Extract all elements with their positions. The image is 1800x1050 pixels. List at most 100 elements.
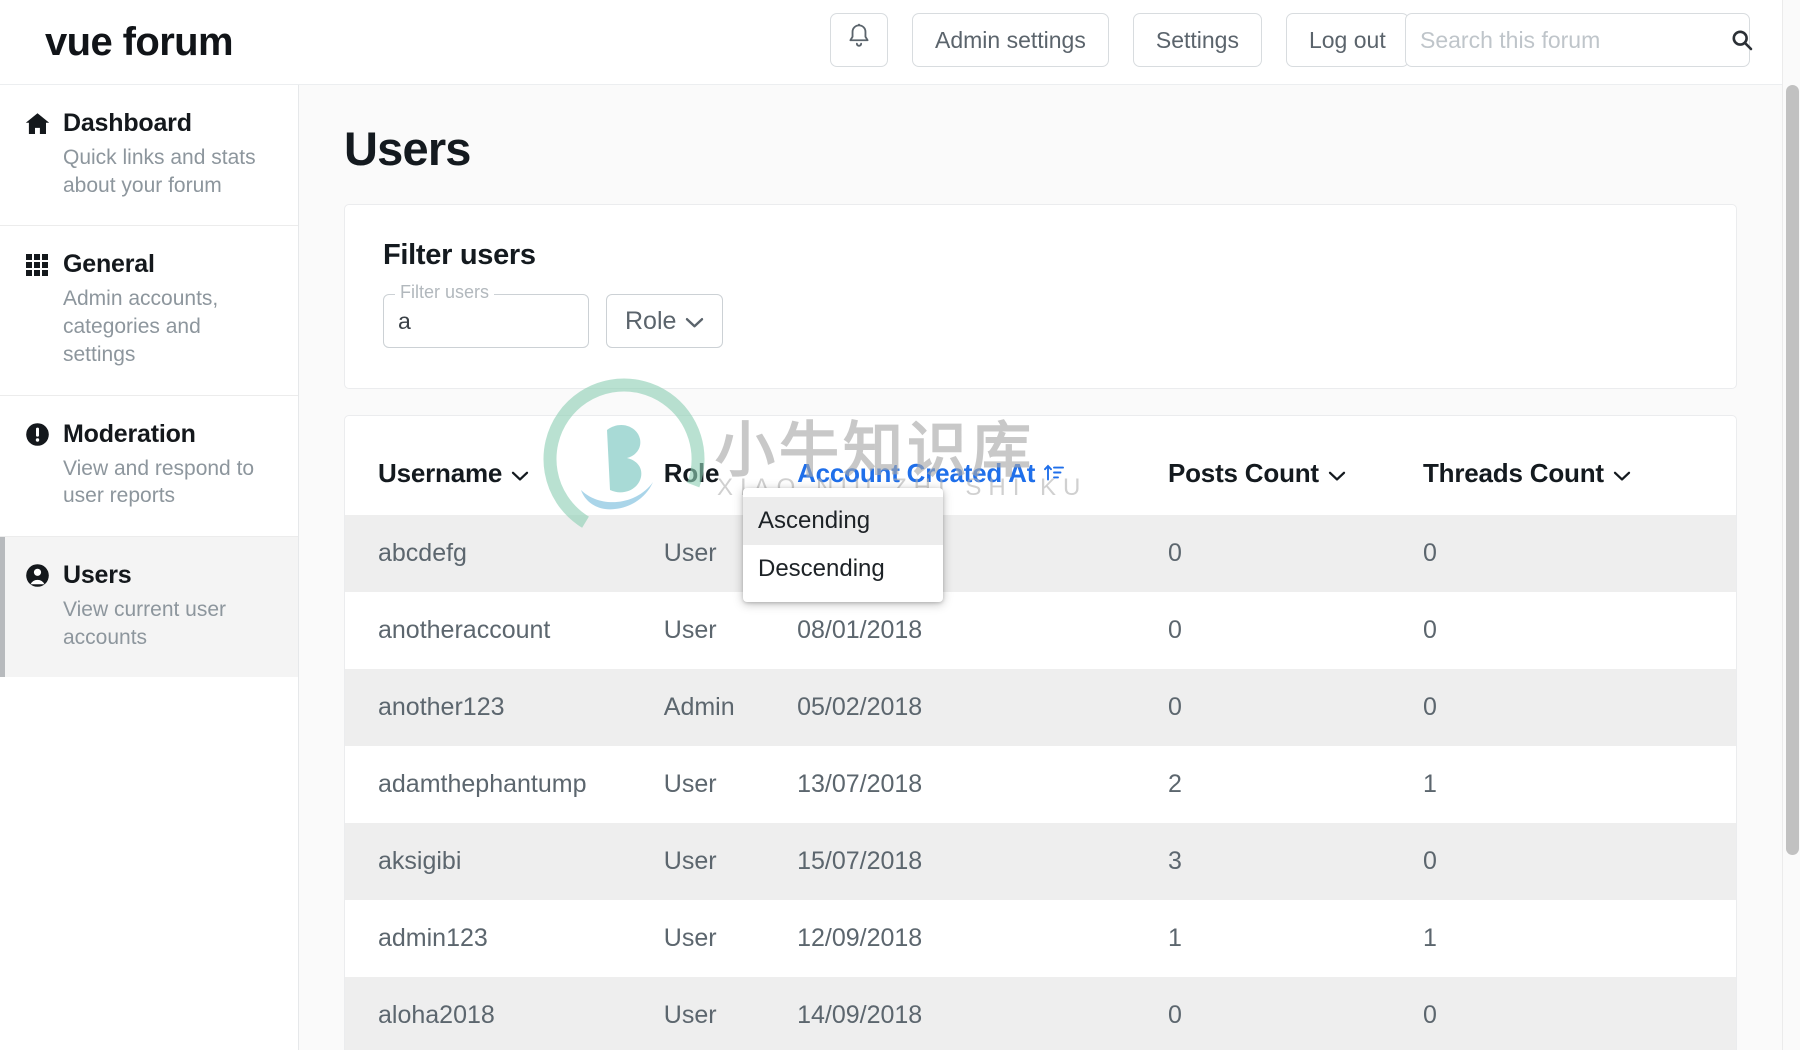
table-row[interactable]: aksigibi User 15/07/2018 3 0	[345, 823, 1736, 900]
users-table-body: abcdefg User 08/01/2018 0 0 anotheraccou…	[345, 515, 1736, 1050]
search-input[interactable]	[1406, 26, 1730, 54]
site-logo[interactable]: vue forum	[45, 20, 234, 65]
cell-role: User	[663, 746, 798, 823]
cell-created: 15/07/2018	[797, 823, 1168, 900]
cell-username: adamthephantump	[345, 746, 664, 823]
exclamation-icon	[24, 421, 50, 447]
column-header-posts-count-label: Posts Count	[1167, 458, 1319, 488]
column-header-username-label: Username	[378, 458, 503, 488]
cell-posts: 0	[1167, 669, 1423, 746]
cell-created: 13/07/2018	[797, 746, 1168, 823]
cell-posts: 0	[1167, 592, 1423, 669]
cell-posts: 3	[1167, 823, 1423, 900]
sort-direction-menu: Ascending Descending	[743, 488, 943, 602]
column-header-posts-count[interactable]: Posts Count	[1168, 416, 1423, 515]
main-content: Users Filter users Filter users Role	[299, 85, 1782, 1050]
sidebar-item-users-desc: View current user accounts	[63, 598, 227, 649]
sidebar-item-general-label: General	[63, 250, 155, 279]
sidebar-item-general[interactable]: General Admin accounts, categories and s…	[0, 226, 298, 396]
sidebar-item-general-head: General	[24, 250, 276, 279]
filter-users-card: Filter users Filter users Role	[344, 204, 1737, 389]
grid-icon	[24, 252, 50, 278]
filter-users-legend: Filter users	[395, 283, 495, 301]
chevron-down-icon	[511, 458, 529, 489]
cell-threads: 1	[1423, 746, 1736, 823]
page-scrollbar-thumb[interactable]	[1786, 85, 1799, 855]
cell-posts: 1	[1167, 900, 1423, 977]
sidebar-item-users[interactable]: Users View current user accounts	[0, 537, 298, 678]
sidebar-item-moderation-desc: View and respond to user reports	[63, 456, 255, 508]
users-table-header-row: Username Role Account Created At Posts C…	[345, 416, 1736, 515]
logout-button[interactable]: Log out	[1285, 13, 1409, 67]
cell-threads: 0	[1423, 669, 1736, 746]
sidebar-item-dashboard-label: Dashboard	[63, 109, 192, 137]
filter-controls: Filter users Role	[383, 283, 1698, 348]
cell-role: User	[663, 592, 798, 669]
sidebar-item-moderation-label: Moderation	[63, 419, 196, 448]
users-table: Username Role Account Created At Posts C…	[345, 416, 1736, 1050]
admin-sidebar: Dashboard Quick links and stats about yo…	[0, 85, 299, 1050]
filter-heading: Filter users	[383, 239, 536, 271]
page-title: Users	[344, 122, 471, 175]
users-table-head: Username Role Account Created At Posts C…	[345, 416, 1736, 515]
sort-ascending-icon	[1044, 458, 1065, 489]
cell-username: anotheraccount	[345, 592, 664, 669]
sidebar-item-moderation-head: Moderation	[24, 420, 276, 449]
table-row[interactable]: aloha2018 User 14/09/2018 0 0	[345, 977, 1736, 1050]
cell-created: 05/02/2018	[797, 669, 1168, 746]
cell-threads: 0	[1423, 977, 1736, 1050]
table-row[interactable]: another123 Admin 05/02/2018 0 0	[345, 669, 1736, 746]
search-icon[interactable]	[1730, 28, 1754, 52]
cell-username: admin123	[345, 900, 664, 977]
sort-menu-item-ascending[interactable]: Ascending	[743, 497, 943, 545]
cell-posts: 2	[1167, 746, 1423, 823]
header-actions: Admin settings Settings Log out	[830, 13, 1409, 67]
cell-posts: 0	[1167, 515, 1423, 592]
role-filter-select[interactable]: Role	[606, 294, 724, 348]
users-table-card: Username Role Account Created At Posts C…	[344, 415, 1737, 1050]
page-scrollbar[interactable]	[1782, 0, 1800, 1050]
notifications-button[interactable]	[830, 13, 888, 67]
chevron-down-icon	[685, 307, 704, 336]
table-row[interactable]: adamthephantump User 13/07/2018 2 1	[345, 746, 1736, 823]
sidebar-item-dashboard-desc: Quick links and stats about your forum	[63, 146, 256, 197]
sidebar-item-moderation[interactable]: Moderation View and respond to user repo…	[0, 395, 298, 538]
cell-posts: 0	[1167, 977, 1423, 1050]
cell-role: Admin	[663, 669, 798, 746]
cell-created: 08/01/2018	[797, 592, 1168, 669]
cell-role: User	[663, 977, 798, 1050]
table-row[interactable]: abcdefg User 08/01/2018 0 0	[345, 515, 1736, 592]
sidebar-item-users-head: Users	[24, 561, 276, 590]
table-row[interactable]: admin123 User 12/09/2018 1 1	[345, 900, 1736, 977]
home-icon	[24, 111, 50, 137]
top-header: vue forum Admin settings Settings Log ou…	[0, 0, 1782, 85]
cell-role: User	[663, 823, 798, 900]
settings-button[interactable]: Settings	[1132, 13, 1262, 67]
sidebar-item-dashboard[interactable]: Dashboard Quick links and stats about yo…	[0, 85, 298, 227]
column-header-threads-count[interactable]: Threads Count	[1423, 416, 1736, 515]
role-filter-label: Role	[625, 306, 677, 335]
filter-users-field: Filter users	[383, 283, 589, 348]
forum-search	[1405, 13, 1753, 67]
sort-menu-item-descending[interactable]: Descending	[743, 545, 943, 593]
cell-username: abcdefg	[345, 515, 664, 592]
sidebar-item-general-desc: Admin accounts, categories and settings	[63, 287, 219, 366]
user-icon	[24, 563, 50, 589]
filter-users-input[interactable]	[384, 295, 588, 347]
chevron-down-icon	[1613, 458, 1631, 489]
admin-users-page: vue forum Admin settings Settings Log ou…	[0, 0, 1800, 1050]
column-header-username[interactable]: Username	[345, 416, 664, 515]
cell-username: another123	[345, 669, 664, 746]
cell-threads: 0	[1423, 592, 1736, 669]
cell-threads: 0	[1423, 823, 1736, 900]
sidebar-item-dashboard-head: Dashboard	[24, 109, 276, 138]
column-header-account-created-at-label: Account Created At	[797, 458, 1036, 488]
column-header-threads-count-label: Threads Count	[1423, 458, 1604, 488]
cell-username: aloha2018	[345, 977, 664, 1050]
sidebar-item-users-label: Users	[63, 561, 132, 590]
column-header-role-label: Role	[663, 458, 720, 488]
cell-username: aksigibi	[345, 823, 664, 900]
cell-threads: 0	[1423, 515, 1736, 592]
admin-settings-button[interactable]: Admin settings	[912, 13, 1109, 67]
table-row[interactable]: anotheraccount User 08/01/2018 0 0	[345, 592, 1736, 669]
